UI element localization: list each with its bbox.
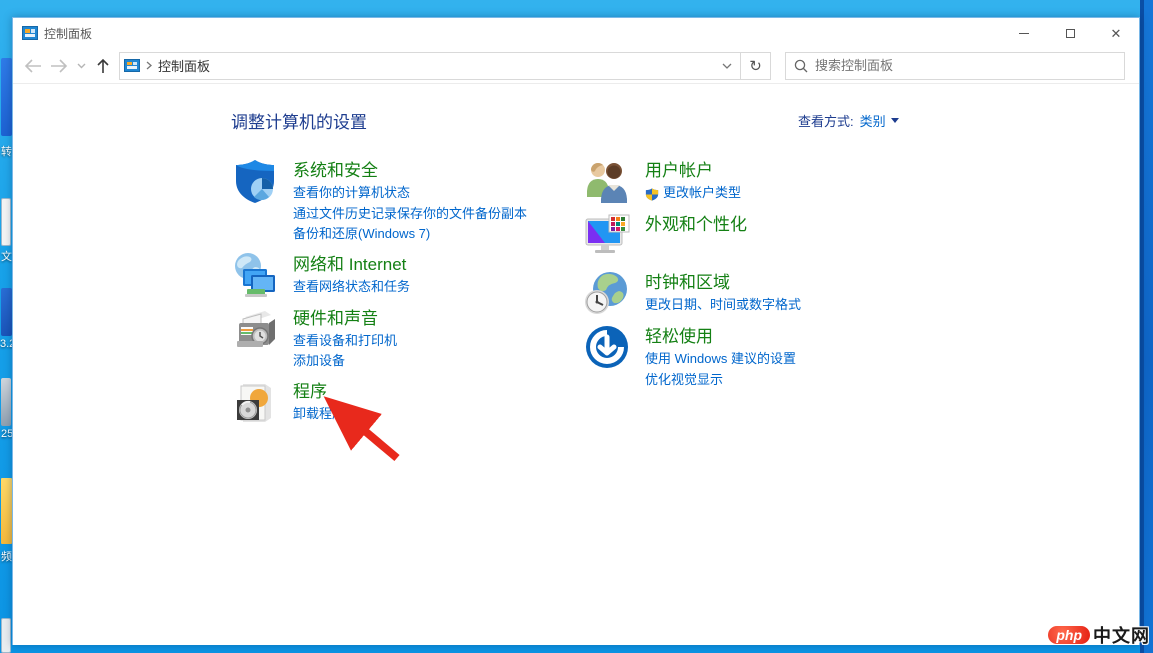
desktop-icon-label-fragment: 频 — [1, 551, 12, 563]
window-controls: ✕ — [1001, 18, 1139, 48]
refresh-icon: ↻ — [749, 57, 762, 75]
category-task-link[interactable]: 查看设备和打印机 — [293, 331, 397, 352]
control-panel-location-icon — [124, 59, 140, 72]
forward-button[interactable] — [47, 54, 71, 78]
programs-icon[interactable] — [231, 378, 279, 426]
category-item: 程序 卸载程序 — [231, 378, 566, 426]
search-box[interactable] — [785, 51, 1125, 80]
category-task-link-label: 查看你的计算机状态 — [293, 185, 411, 200]
control-panel-window: 控制面板 ✕ 控制面板 ↻ 调整计算机的设置 查看方式: — [12, 17, 1140, 645]
titlebar[interactable]: 控制面板 ✕ — [13, 18, 1139, 48]
back-button[interactable] — [21, 54, 45, 78]
clock-region-icon[interactable] — [583, 269, 631, 317]
ease-of-access-icon[interactable] — [583, 323, 631, 371]
desktop-icon-fragment — [1, 378, 11, 426]
desktop-right-strip — [1140, 0, 1153, 653]
minimize-button[interactable] — [1001, 18, 1047, 48]
breadcrumb-control-panel[interactable]: 控制面板 — [158, 56, 210, 75]
category-task-link-label: 添加设备 — [293, 353, 346, 368]
chevron-down-icon — [890, 118, 899, 123]
category-task-link[interactable]: 通过文件历史记录保存你的文件备份副本 — [293, 204, 527, 225]
desktop-icon-label-fragment: 转 — [1, 146, 12, 158]
category-column-right: 用户帐户 更改帐户类型 外观和个性化 时钟和区域 更改日期、时间或数字格式 轻松… — [583, 157, 918, 396]
view-by-label: 查看方式: — [798, 114, 854, 129]
category-task-link[interactable]: 备份和还原(Windows 7) — [293, 224, 527, 245]
category-task-link-label: 优化视觉显示 — [645, 371, 724, 387]
category-task-link[interactable]: 使用 Windows 建议的设置 — [645, 349, 796, 370]
view-by-dropdown[interactable]: 类别 — [860, 111, 899, 130]
maximize-icon — [1065, 28, 1075, 38]
category-task-link[interactable]: 更改帐户类型 — [645, 183, 741, 204]
recent-pages-dropdown[interactable] — [73, 54, 89, 78]
php-chinese-site-watermark: php 中文网 — [1047, 622, 1150, 648]
category-task-link[interactable]: 卸载程序 — [293, 404, 345, 425]
network-internet-icon[interactable] — [231, 251, 279, 299]
window-title: 控制面板 — [44, 26, 93, 41]
category-task-link-label: 更改帐户类型 — [663, 185, 742, 200]
category-task-link[interactable]: 查看网络状态和任务 — [293, 277, 410, 298]
category-item: 网络和 Internet 查看网络状态和任务 — [231, 251, 566, 299]
category-task-link[interactable]: 添加设备 — [293, 351, 397, 372]
close-icon: ✕ — [1110, 25, 1122, 41]
category-item: 硬件和声音 查看设备和打印机 添加设备 — [231, 305, 566, 372]
category-item: 轻松使用 使用 Windows 建议的设置 优化视觉显示 — [583, 323, 918, 390]
desktop-icon-fragment — [1, 478, 12, 544]
desktop-left-strip: 转 文 3.24 25 频 — [0, 0, 12, 653]
up-button[interactable] — [91, 54, 115, 78]
category-task-link-label: 备份和还原(Windows 7) — [293, 226, 431, 241]
desktop-icon-label-fragment: 文 — [1, 251, 12, 263]
category-task-link-label: 查看网络状态和任务 — [293, 278, 411, 294]
desktop: { "window": { "title": "控制面板" }, "navbar… — [0, 0, 1153, 653]
desktop-icon-label-fragment: 25 — [1, 428, 12, 440]
maximize-button[interactable] — [1047, 18, 1093, 48]
desktop-icon-label-fragment: 3.24 — [0, 338, 12, 350]
desktop-icon-fragment — [1, 58, 12, 136]
category-item: 系统和安全 查看你的计算机状态通过文件历史记录保存你的文件备份副本 备份和还原(W… — [231, 157, 566, 245]
category-task-link-label: 查看设备和打印机 — [293, 332, 398, 348]
system-security-icon[interactable] — [231, 157, 279, 205]
desktop-icon-fragment — [1, 618, 11, 653]
hardware-sound-icon[interactable] — [231, 305, 279, 353]
watermark-text: 中文网 — [1093, 626, 1150, 646]
page-heading: 调整计算机的设置 — [231, 113, 367, 132]
php-logo-badge: php — [1047, 625, 1091, 645]
category-task-link[interactable]: 更改日期、时间或数字格式 — [645, 295, 801, 316]
category-item: 时钟和区域 更改日期、时间或数字格式 — [583, 269, 918, 317]
category-task-link[interactable]: 优化视觉显示 — [645, 370, 796, 391]
category-item: 外观和个性化 — [583, 211, 918, 259]
category-task-link[interactable]: 查看你的计算机状态 — [293, 183, 527, 204]
category-task-link-label: 通过文件历史记录保存你的文件备份副本 — [293, 205, 528, 221]
category-task-link-label: 卸载程序 — [293, 405, 346, 421]
category-task-link-label: 使用 Windows 建议的设置 — [645, 351, 796, 366]
refresh-button[interactable]: ↻ — [741, 51, 771, 80]
category-title-link[interactable]: 用户帐户 — [645, 159, 741, 183]
minimize-icon — [1019, 32, 1029, 34]
category-title-link[interactable]: 程序 — [293, 380, 345, 404]
address-bar[interactable]: 控制面板 — [119, 51, 741, 80]
category-item: 用户帐户 更改帐户类型 — [583, 157, 918, 205]
close-button[interactable]: ✕ — [1093, 18, 1139, 48]
category-title-link[interactable]: 外观和个性化 — [645, 213, 747, 237]
navigation-bar: 控制面板 ↻ — [13, 48, 1139, 84]
breadcrumb-chevron-icon[interactable] — [146, 57, 152, 75]
desktop-icon-fragment — [1, 198, 11, 246]
search-icon — [794, 59, 808, 72]
uac-shield-icon — [645, 187, 659, 201]
category-title-link[interactable]: 硬件和声音 — [293, 307, 397, 331]
nav-arrows — [13, 54, 119, 78]
address-dropdown-chevron-icon[interactable] — [714, 63, 740, 69]
category-title-link[interactable]: 系统和安全 — [293, 159, 527, 183]
search-input[interactable] — [815, 58, 1116, 73]
category-task-link-label: 更改日期、时间或数字格式 — [645, 297, 802, 312]
category-title-link[interactable]: 网络和 Internet — [293, 253, 410, 277]
category-title-link[interactable]: 轻松使用 — [645, 325, 796, 349]
user-accounts-icon[interactable] — [583, 157, 631, 205]
category-title-link[interactable]: 时钟和区域 — [645, 271, 801, 295]
control-panel-app-icon — [22, 26, 38, 40]
desktop-icon-fragment — [1, 288, 12, 336]
appearance-personalization-icon[interactable] — [583, 211, 631, 259]
category-column-left: 系统和安全 查看你的计算机状态通过文件历史记录保存你的文件备份副本 备份和还原(W… — [231, 157, 566, 432]
content-area: 调整计算机的设置 查看方式: 类别 系统和安全 查看你的计算机状态通过文件历史记… — [13, 84, 1139, 645]
view-by-control: 查看方式: 类别 — [798, 111, 899, 130]
